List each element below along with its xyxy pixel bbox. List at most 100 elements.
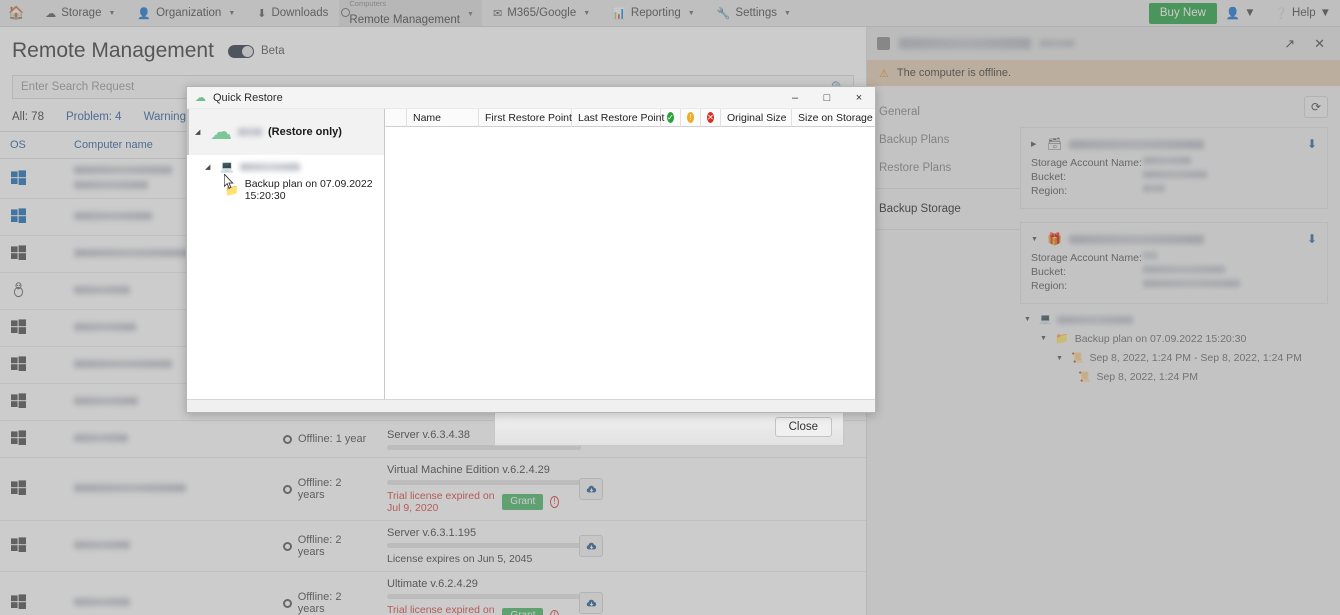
count-problem[interactable]: Problem: 4 bbox=[66, 111, 122, 123]
version-text: Server v.6.3.1.195 bbox=[387, 527, 477, 539]
license-warning-icon[interactable]: ! bbox=[550, 610, 559, 615]
chevron-down-icon: ▼ bbox=[108, 9, 116, 17]
column-header-os[interactable]: OS bbox=[0, 131, 64, 159]
cloud-drive-icon: ☁ bbox=[195, 92, 206, 104]
storage-card-header[interactable]: ▼ 🎁 ⬇ bbox=[1031, 232, 1317, 246]
cloud-download-icon bbox=[586, 485, 596, 492]
storage-field-row: Bucket: bbox=[1031, 171, 1317, 183]
help-menu[interactable]: ❔ Help ▼ bbox=[1265, 0, 1340, 26]
quick-restore-title-bar[interactable]: ☁ Quick Restore – □ × bbox=[187, 87, 875, 109]
computer-icon: 💻 bbox=[220, 161, 234, 173]
chevron-down-icon[interactable]: ▼ bbox=[1040, 335, 1049, 342]
backup-icon: 🎁 bbox=[1047, 232, 1062, 246]
table-row[interactable]: Offline: 2 years Ultimate v.6.2.4.29 Trial… bbox=[0, 571, 866, 615]
column-header-size-on-storage[interactable]: Size on Storage bbox=[792, 109, 875, 127]
column-header-computer-name[interactable]: Computer name bbox=[64, 131, 201, 159]
grant-button[interactable]: Grant bbox=[502, 608, 544, 615]
chevron-down-icon[interactable]: ▼ bbox=[1024, 316, 1033, 323]
beta-toggle-group[interactable]: Beta bbox=[227, 44, 285, 58]
computer-name-redacted bbox=[74, 397, 138, 405]
tree-node-backup-plan[interactable]: 📁 Backup plan on 07.09.2022 15:20:30 bbox=[187, 176, 384, 202]
table-row[interactable]: Offline: 2 years Virtual Machine Edition … bbox=[0, 457, 866, 521]
cell-os bbox=[0, 383, 64, 421]
chevron-down-icon[interactable]: ▼ bbox=[1031, 236, 1040, 243]
cloud-download-button[interactable] bbox=[579, 535, 603, 557]
tree-row-backup-plan[interactable]: ▼ 📁 Backup plan on 07.09.2022 15:20:30 bbox=[1020, 332, 1328, 346]
close-icon[interactable]: × bbox=[843, 87, 875, 109]
cloud-download-button[interactable] bbox=[579, 592, 603, 614]
column-header-last-restore-point[interactable]: Last Restore Point bbox=[572, 108, 664, 127]
storage-card[interactable]: ▶ 🗃 ⬇ Storage Account Name: Bucket: Regi… bbox=[1020, 127, 1328, 209]
chevron-right-icon[interactable]: ▶ bbox=[1031, 140, 1040, 148]
nav-item-storage-label: Storage bbox=[61, 7, 102, 19]
nav-item-downloads[interactable]: ⬇ Downloads bbox=[246, 0, 339, 26]
cell-computer-name[interactable] bbox=[64, 457, 201, 521]
column-header-first-restore-point[interactable]: First Restore Point bbox=[479, 108, 572, 127]
nav-item-m365-google-label: M365/Google bbox=[507, 7, 577, 19]
cloud-download-button[interactable] bbox=[579, 478, 603, 500]
person-icon: 👤 bbox=[1225, 8, 1241, 20]
buy-new-button[interactable]: Buy New bbox=[1148, 2, 1217, 24]
beta-toggle[interactable] bbox=[227, 44, 254, 58]
close-icon[interactable]: ✕ bbox=[1309, 36, 1330, 52]
bucket-label: Bucket: bbox=[1031, 171, 1067, 183]
home-icon[interactable]: 🏠 bbox=[0, 0, 34, 26]
cell-computer-name[interactable] bbox=[64, 520, 201, 572]
tree-row-computer[interactable]: ▼ 💻 bbox=[1020, 314, 1328, 325]
cell-computer-name[interactable] bbox=[64, 571, 201, 615]
cell-computer-name[interactable] bbox=[64, 235, 201, 273]
nav-item-organization[interactable]: 👤 Organization ▼ bbox=[126, 0, 246, 26]
nav-item-remote-management[interactable]: Computers Remote Management ▼ bbox=[339, 0, 482, 26]
grant-button[interactable]: Grant bbox=[502, 494, 544, 510]
nav-item-m365-google[interactable]: ✉ M365/Google ▼ bbox=[482, 0, 601, 26]
column-header-select[interactable] bbox=[385, 108, 407, 127]
tree-row-restore-range[interactable]: ▼ 📜 Sep 8, 2022, 1:24 PM - Sep 8, 2022, … bbox=[1020, 352, 1328, 364]
cell-computer-name[interactable] bbox=[64, 309, 201, 347]
table-row[interactable]: Offline: 2 years Server v.6.3.1.195 Licens… bbox=[0, 520, 866, 572]
nav-item-storage[interactable]: ☁ Storage ▼ bbox=[34, 0, 126, 26]
license-warning-icon[interactable]: ! bbox=[550, 496, 559, 508]
cell-computer-name[interactable] bbox=[64, 346, 201, 384]
storage-card-header[interactable]: ▶ 🗃 ⬇ bbox=[1031, 137, 1317, 151]
cell-status: Offline: 2 years bbox=[273, 571, 377, 615]
cell-computer-name[interactable] bbox=[64, 272, 201, 310]
chevron-down-icon[interactable]: ◢ bbox=[195, 128, 204, 136]
chevron-down-icon[interactable]: ◢ bbox=[205, 163, 214, 171]
cell-computer-name[interactable] bbox=[64, 420, 201, 458]
download-icon[interactable]: ⬇ bbox=[1307, 232, 1317, 246]
chevron-down-icon[interactable]: ▼ bbox=[1056, 355, 1065, 362]
refresh-icon[interactable]: ⟳ bbox=[1304, 96, 1328, 118]
computer-name-redacted bbox=[74, 484, 186, 492]
close-button[interactable]: Close bbox=[774, 416, 832, 437]
column-header-original-size[interactable]: Original Size bbox=[721, 108, 792, 127]
cell-computer-name[interactable] bbox=[64, 158, 201, 199]
cell-computer-name[interactable] bbox=[64, 383, 201, 421]
column-header-name[interactable]: Name bbox=[407, 108, 479, 127]
download-icon[interactable]: ⬇ bbox=[1307, 137, 1317, 151]
search-input[interactable]: Enter Search Request bbox=[21, 81, 134, 93]
account-menu[interactable]: 👤 ▼ bbox=[1217, 0, 1265, 26]
detail-nav-backup-storage[interactable]: Backup Storage bbox=[867, 195, 1020, 223]
nav-item-settings[interactable]: 🔧 Settings ▼ bbox=[706, 0, 802, 26]
nav-item-reporting[interactable]: 📊 Reporting ▼ bbox=[601, 0, 706, 26]
cell-version: Server v.6.3.1.195 License expires on Jun… bbox=[377, 520, 581, 572]
column-header-error-count[interactable]: ✕ bbox=[701, 108, 721, 127]
tree-node-computer[interactable]: ◢ 💻 bbox=[187, 155, 384, 176]
cell-computer-name[interactable] bbox=[64, 198, 201, 236]
maximize-button[interactable]: □ bbox=[811, 87, 843, 109]
cell-rest bbox=[639, 571, 866, 615]
storage-account-name-label: Storage Account Name: bbox=[1031, 252, 1142, 264]
column-header-success-count[interactable]: ✓ bbox=[661, 108, 681, 127]
cell-blank bbox=[201, 420, 273, 458]
column-header-warning-count[interactable]: ! bbox=[681, 108, 701, 127]
help-label: Help bbox=[1291, 7, 1316, 19]
detail-nav-restore-plans[interactable]: Restore Plans bbox=[867, 154, 1020, 182]
tree-row-restore-point[interactable]: 📜 Sep 8, 2022, 1:24 PM bbox=[1020, 371, 1328, 383]
detail-nav-backup-plans[interactable]: Backup Plans bbox=[867, 126, 1020, 154]
expand-icon[interactable]: ↗ bbox=[1279, 36, 1300, 52]
cell-rest bbox=[639, 457, 866, 521]
minimize-button[interactable]: – bbox=[779, 87, 811, 109]
detail-nav-general[interactable]: General bbox=[867, 98, 1020, 126]
storage-card[interactable]: ▼ 🎁 ⬇ Storage Account Name: Bucket: Regi… bbox=[1020, 222, 1328, 304]
tree-node-account[interactable]: ◢ ☁ (Restore only) bbox=[187, 109, 384, 155]
